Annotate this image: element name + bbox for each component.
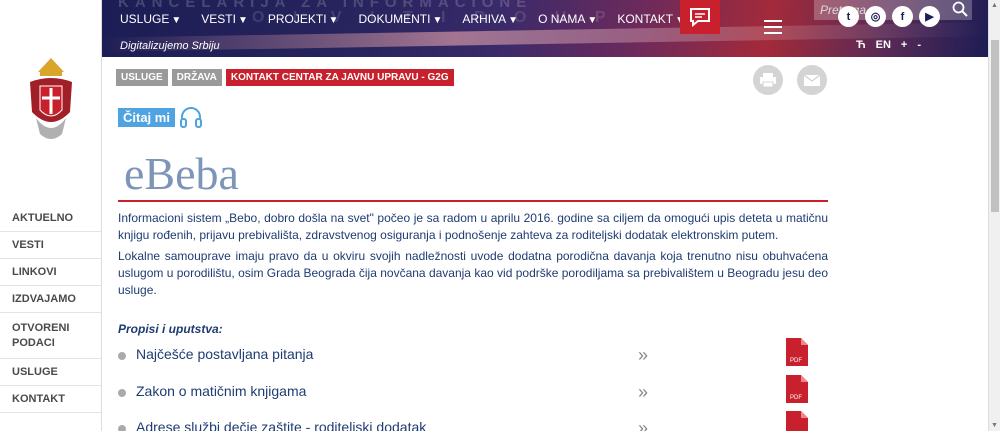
menu-label: USLUGE	[120, 12, 170, 26]
breadcrumb-kontakt-centar[interactable]: KONTAKT CENTAR ZA JAVNU UPRAVU - G2G	[225, 69, 454, 86]
document-link[interactable]: Najčešće postavljana pitanja	[136, 346, 313, 362]
read-aloud: Čitaj mi	[118, 106, 203, 128]
coat-of-arms-icon[interactable]	[26, 52, 76, 144]
menu-label: ARHIVA	[462, 12, 507, 26]
font-increase-button[interactable]: +	[901, 39, 907, 51]
hamburger-line	[764, 20, 782, 22]
breadcrumb-drzava[interactable]: DRŽAVA	[171, 69, 222, 86]
caret-down-icon: ▼	[237, 15, 248, 26]
caret-down-icon: ▼	[328, 15, 339, 26]
pdf-label: PDF	[790, 395, 802, 401]
site-tagline: Digitalizujemo Srbiju	[120, 40, 220, 52]
menu-label: KONTAKT	[617, 12, 674, 26]
hamburger-menu-button[interactable]	[764, 20, 782, 34]
font-decrease-button[interactable]: -	[917, 39, 921, 51]
breadcrumb-usluge[interactable]: USLUGE	[116, 69, 168, 86]
breadcrumb: USLUGE DRŽAVA KONTAKT CENTAR ZA JAVNU UP…	[116, 69, 454, 86]
caret-down-icon: ▼	[171, 15, 182, 26]
page-title: eBeba	[124, 148, 239, 199]
left-sidebar: AKTUELNO VESTI LINKOVI IZDVAJAMO OTVOREN…	[0, 0, 102, 431]
sidebar-item-usluge[interactable]: USLUGE	[0, 359, 102, 386]
double-chevron-right-icon[interactable]: »	[638, 418, 648, 431]
pdf-icon[interactable]: PDF	[786, 375, 808, 403]
pdf-icon[interactable]: PDF	[786, 338, 808, 366]
sidebar-item-vesti[interactable]: VESTI	[0, 232, 102, 259]
document-item[interactable]: Zakon o matičnim knjigama » PDF	[118, 375, 828, 413]
search-icon[interactable]	[952, 1, 968, 17]
hamburger-line	[764, 32, 782, 34]
section-title: Propisi i uputstva:	[118, 322, 223, 336]
sidebar-item-otvoreni-podaci[interactable]: OTVORENI PODACI	[0, 313, 102, 359]
sidebar-item-aktuelno[interactable]: AKTUELNO	[0, 205, 102, 232]
page-scrollbar[interactable]: ▲ ▼	[988, 0, 1000, 431]
youtube-icon[interactable]: ▶	[919, 6, 940, 27]
caret-down-icon: ▼	[432, 15, 443, 26]
menu-item-arhiva[interactable]: ARHIVA ▼	[462, 12, 518, 26]
caret-down-icon: ▼	[587, 15, 598, 26]
hamburger-line	[764, 26, 782, 28]
scrollbar-thumb[interactable]	[991, 40, 999, 212]
email-button[interactable]	[797, 65, 827, 95]
pdf-icon[interactable]	[786, 411, 808, 431]
menu-item-dokumenti[interactable]: DOKUMENTI ▼	[358, 12, 442, 26]
title-divider	[118, 200, 828, 202]
double-chevron-right-icon[interactable]: »	[638, 382, 648, 403]
menu-item-projekti[interactable]: PROJEKTI ▼	[268, 12, 339, 26]
read-aloud-button[interactable]: Čitaj mi	[118, 107, 175, 127]
main-content: USLUGE DRŽAVA KONTAKT CENTAR ZA JAVNU UP…	[102, 57, 988, 431]
sidebar-item-linkovi[interactable]: LINKOVI	[0, 259, 102, 286]
menu-label: VESTI	[201, 12, 236, 26]
document-item[interactable]: Najčešće postavljana pitanja » PDF	[118, 338, 828, 376]
sidebar-item-kontakt[interactable]: KONTAKT	[0, 386, 102, 413]
social-links: t ◎ f ▶	[838, 6, 940, 27]
lang-en-link[interactable]: EN	[876, 39, 891, 51]
document-link[interactable]: Adrese službi dečje zaštite - roditeljsk…	[136, 419, 426, 431]
menu-item-o-nama[interactable]: O NAMA ▼	[538, 12, 597, 26]
document-item[interactable]: Adrese službi dečje zaštite - roditeljsk…	[118, 411, 828, 431]
caret-down-icon: ▼	[508, 15, 519, 26]
menu-label: DOKUMENTI	[358, 12, 431, 26]
chat-icon	[690, 8, 710, 27]
main-menu: USLUGE ▼ VESTI ▼ PROJEKTI ▼ DOKUMENTI ▼ ARHI…	[120, 12, 685, 26]
info-paragraph: Lokalne samouprave imaju pravo da u okvi…	[118, 249, 828, 297]
headphones-icon[interactable]	[179, 106, 203, 128]
print-button[interactable]	[753, 65, 783, 95]
printer-icon	[760, 73, 776, 88]
instagram-icon[interactable]: ◎	[865, 6, 886, 27]
facebook-icon[interactable]: f	[892, 6, 913, 27]
sidebar-nav: AKTUELNO VESTI LINKOVI IZDVAJAMO OTVOREN…	[0, 205, 102, 413]
menu-item-kontakt[interactable]: KONTAKT▼	[617, 12, 685, 26]
language-switcher: Ћ EN + -	[856, 39, 921, 51]
bullet-icon	[118, 389, 126, 397]
site-header: KANCELARIJA ZA INFORMACIONE O L V I T I …	[102, 0, 988, 57]
menu-item-vesti[interactable]: VESTI ▼	[201, 12, 248, 26]
menu-label: PROJEKTI	[267, 12, 327, 26]
double-chevron-right-icon[interactable]: »	[638, 345, 648, 366]
bullet-icon	[118, 352, 126, 360]
menu-item-usluge[interactable]: USLUGE ▼	[120, 12, 181, 26]
pdf-label: PDF	[790, 358, 802, 364]
scroll-up-icon[interactable]: ▲	[991, 2, 998, 9]
document-link[interactable]: Zakon o matičnim knjigama	[136, 383, 306, 399]
sidebar-item-izdvajamo[interactable]: IZDVAJAMO	[0, 286, 102, 313]
bullet-icon	[118, 425, 126, 431]
page-tools	[753, 65, 827, 95]
twitter-icon[interactable]: t	[838, 6, 859, 27]
chat-button[interactable]	[680, 0, 720, 34]
intro-paragraph: Informacioni sistem „Bebo, dobro došla n…	[118, 211, 828, 242]
lang-cyrillic-link[interactable]: Ћ	[856, 39, 866, 51]
menu-label: O NAMA	[538, 12, 586, 26]
scroll-down-icon[interactable]: ▼	[991, 422, 998, 429]
envelope-icon	[803, 73, 821, 86]
